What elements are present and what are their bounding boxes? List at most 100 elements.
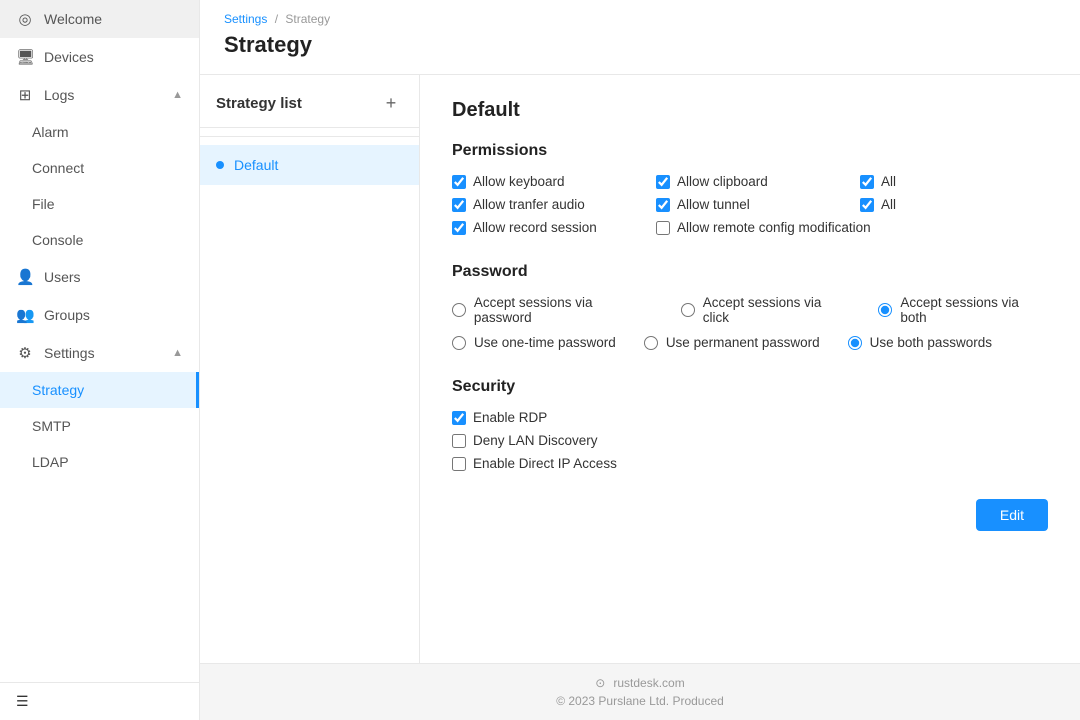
- accept-via-both-input[interactable]: [878, 303, 892, 317]
- sidebar-item-label: SMTP: [32, 418, 71, 434]
- use-one-time-input[interactable]: [452, 336, 466, 350]
- allow-keyboard-checkbox[interactable]: Allow keyboard: [452, 174, 640, 189]
- allow-all-right-input[interactable]: [860, 175, 874, 189]
- use-both-passwords-radio[interactable]: Use both passwords: [848, 335, 992, 350]
- breadcrumb-separator: /: [275, 12, 278, 26]
- sidebar-item-settings[interactable]: ⚙ Settings ▲: [0, 334, 199, 372]
- enable-rdp-checkbox[interactable]: Enable RDP: [452, 410, 1048, 425]
- sidebar-item-logs[interactable]: ⊞ Logs ▲: [0, 76, 199, 114]
- divider: [200, 136, 419, 137]
- strategy-dot: [216, 161, 224, 169]
- sidebar-item-label: Devices: [44, 49, 94, 65]
- gear-icon: ⚙: [16, 344, 34, 362]
- footer-site[interactable]: rustdesk.com: [613, 676, 684, 690]
- allow-remote-config-label: Allow remote config modification: [677, 220, 871, 235]
- sidebar-item-label: File: [32, 196, 55, 212]
- enable-rdp-input[interactable]: [452, 411, 466, 425]
- sidebar: ◎ Welcome 🖥 Devices ⊞ Logs ▲ Alarm Conne…: [0, 0, 200, 720]
- enable-direct-ip-input[interactable]: [452, 457, 466, 471]
- allow-remote-config-checkbox[interactable]: Allow remote config modification: [656, 220, 1048, 235]
- sidebar-item-label: Users: [44, 269, 81, 285]
- breadcrumb-settings[interactable]: Settings: [224, 12, 267, 26]
- use-permanent-input[interactable]: [644, 336, 658, 350]
- sidebar-item-devices[interactable]: 🖥 Devices: [0, 38, 199, 76]
- password-section: Password Accept sessions via password Ac…: [452, 263, 1048, 350]
- accept-via-both-radio[interactable]: Accept sessions via both: [878, 295, 1048, 325]
- sidebar-item-strategy[interactable]: Strategy: [0, 372, 199, 408]
- sidebar-item-console[interactable]: Console: [0, 222, 199, 258]
- add-strategy-button[interactable]: +: [379, 91, 403, 115]
- strategy-item-default[interactable]: Default: [200, 145, 419, 185]
- use-permanent-radio[interactable]: Use permanent password: [644, 335, 820, 350]
- sidebar-item-label: Welcome: [44, 11, 102, 27]
- allow-transfer-audio-checkbox[interactable]: Allow tranfer audio: [452, 197, 640, 212]
- detail-title: Default: [452, 99, 1048, 122]
- permissions-title: Permissions: [452, 142, 1048, 160]
- logs-icon: ⊞: [16, 86, 34, 104]
- footer-links: ⊙ rustdesk.com: [224, 676, 1056, 690]
- accept-via-password-radio[interactable]: Accept sessions via password: [452, 295, 653, 325]
- allow-all-right2-label: All: [881, 197, 896, 212]
- chevron-up-icon-settings: ▲: [172, 347, 183, 359]
- user-icon: 👤: [16, 268, 34, 286]
- sidebar-footer: ☰: [0, 682, 199, 720]
- password-radio-group: Accept sessions via password Accept sess…: [452, 295, 1048, 350]
- enable-direct-ip-checkbox[interactable]: Enable Direct IP Access: [452, 456, 1048, 471]
- edit-button[interactable]: Edit: [976, 499, 1048, 531]
- sidebar-item-connect[interactable]: Connect: [0, 150, 199, 186]
- use-permanent-label: Use permanent password: [666, 335, 820, 350]
- allow-keyboard-input[interactable]: [452, 175, 466, 189]
- allow-transfer-audio-input[interactable]: [452, 198, 466, 212]
- sidebar-item-label: Strategy: [32, 382, 84, 398]
- chevron-up-icon: ▲: [172, 89, 183, 101]
- strategy-item-label: Default: [234, 157, 278, 173]
- sidebar-item-label: Logs: [44, 87, 74, 103]
- sidebar-item-groups[interactable]: 👥 Groups: [0, 296, 199, 334]
- welcome-icon: ◎: [16, 10, 34, 28]
- breadcrumb-current: Strategy: [285, 12, 330, 26]
- main-header: Settings / Strategy Strategy: [200, 0, 1080, 75]
- sidebar-item-ldap[interactable]: LDAP: [0, 444, 199, 480]
- allow-all-right-checkbox[interactable]: All: [860, 174, 1048, 189]
- deny-lan-input[interactable]: [452, 434, 466, 448]
- accept-via-click-radio[interactable]: Accept sessions via click: [681, 295, 851, 325]
- sidebar-item-label: Console: [32, 232, 83, 248]
- allow-remote-config-input[interactable]: [656, 221, 670, 235]
- sidebar-item-smtp[interactable]: SMTP: [0, 408, 199, 444]
- allow-record-session-input[interactable]: [452, 221, 466, 235]
- allow-tunnel-checkbox[interactable]: Allow tunnel: [656, 197, 844, 212]
- accept-via-click-label: Accept sessions via click: [703, 295, 851, 325]
- allow-tunnel-label: Allow tunnel: [677, 197, 750, 212]
- accept-via-both-label: Accept sessions via both: [900, 295, 1048, 325]
- permissions-section: Permissions Allow keyboard Allow clipboa…: [452, 142, 1048, 235]
- enable-direct-ip-label: Enable Direct IP Access: [473, 456, 617, 471]
- accept-via-password-input[interactable]: [452, 303, 466, 317]
- allow-record-session-checkbox[interactable]: Allow record session: [452, 220, 640, 235]
- footer-copyright: © 2023 Purslane Ltd. Produced: [224, 694, 1056, 708]
- sidebar-item-file[interactable]: File: [0, 186, 199, 222]
- strategy-list-header: Strategy list +: [200, 75, 419, 128]
- allow-tunnel-input[interactable]: [656, 198, 670, 212]
- allow-record-session-label: Allow record session: [473, 220, 597, 235]
- allow-transfer-audio-label: Allow tranfer audio: [473, 197, 585, 212]
- footer: ⊙ rustdesk.com © 2023 Purslane Ltd. Prod…: [200, 663, 1080, 720]
- allow-all-right-label: All: [881, 174, 896, 189]
- sidebar-item-label: LDAP: [32, 454, 69, 470]
- password-title: Password: [452, 263, 1048, 281]
- sidebar-item-users[interactable]: 👤 Users: [0, 258, 199, 296]
- sidebar-item-alarm[interactable]: Alarm: [0, 114, 199, 150]
- deny-lan-label: Deny LAN Discovery: [473, 433, 598, 448]
- use-both-passwords-input[interactable]: [848, 336, 862, 350]
- sidebar-item-welcome[interactable]: ◎ Welcome: [0, 0, 199, 38]
- allow-clipboard-input[interactable]: [656, 175, 670, 189]
- strategy-list-panel: Strategy list + Default: [200, 75, 420, 663]
- deny-lan-checkbox[interactable]: Deny LAN Discovery: [452, 433, 1048, 448]
- allow-clipboard-checkbox[interactable]: Allow clipboard: [656, 174, 844, 189]
- allow-keyboard-label: Allow keyboard: [473, 174, 565, 189]
- allow-all-right2-checkbox[interactable]: All: [860, 197, 1048, 212]
- use-one-time-radio[interactable]: Use one-time password: [452, 335, 616, 350]
- accept-via-click-input[interactable]: [681, 303, 695, 317]
- enable-rdp-label: Enable RDP: [473, 410, 547, 425]
- allow-all-right2-input[interactable]: [860, 198, 874, 212]
- menu-icon: ☰: [16, 693, 29, 709]
